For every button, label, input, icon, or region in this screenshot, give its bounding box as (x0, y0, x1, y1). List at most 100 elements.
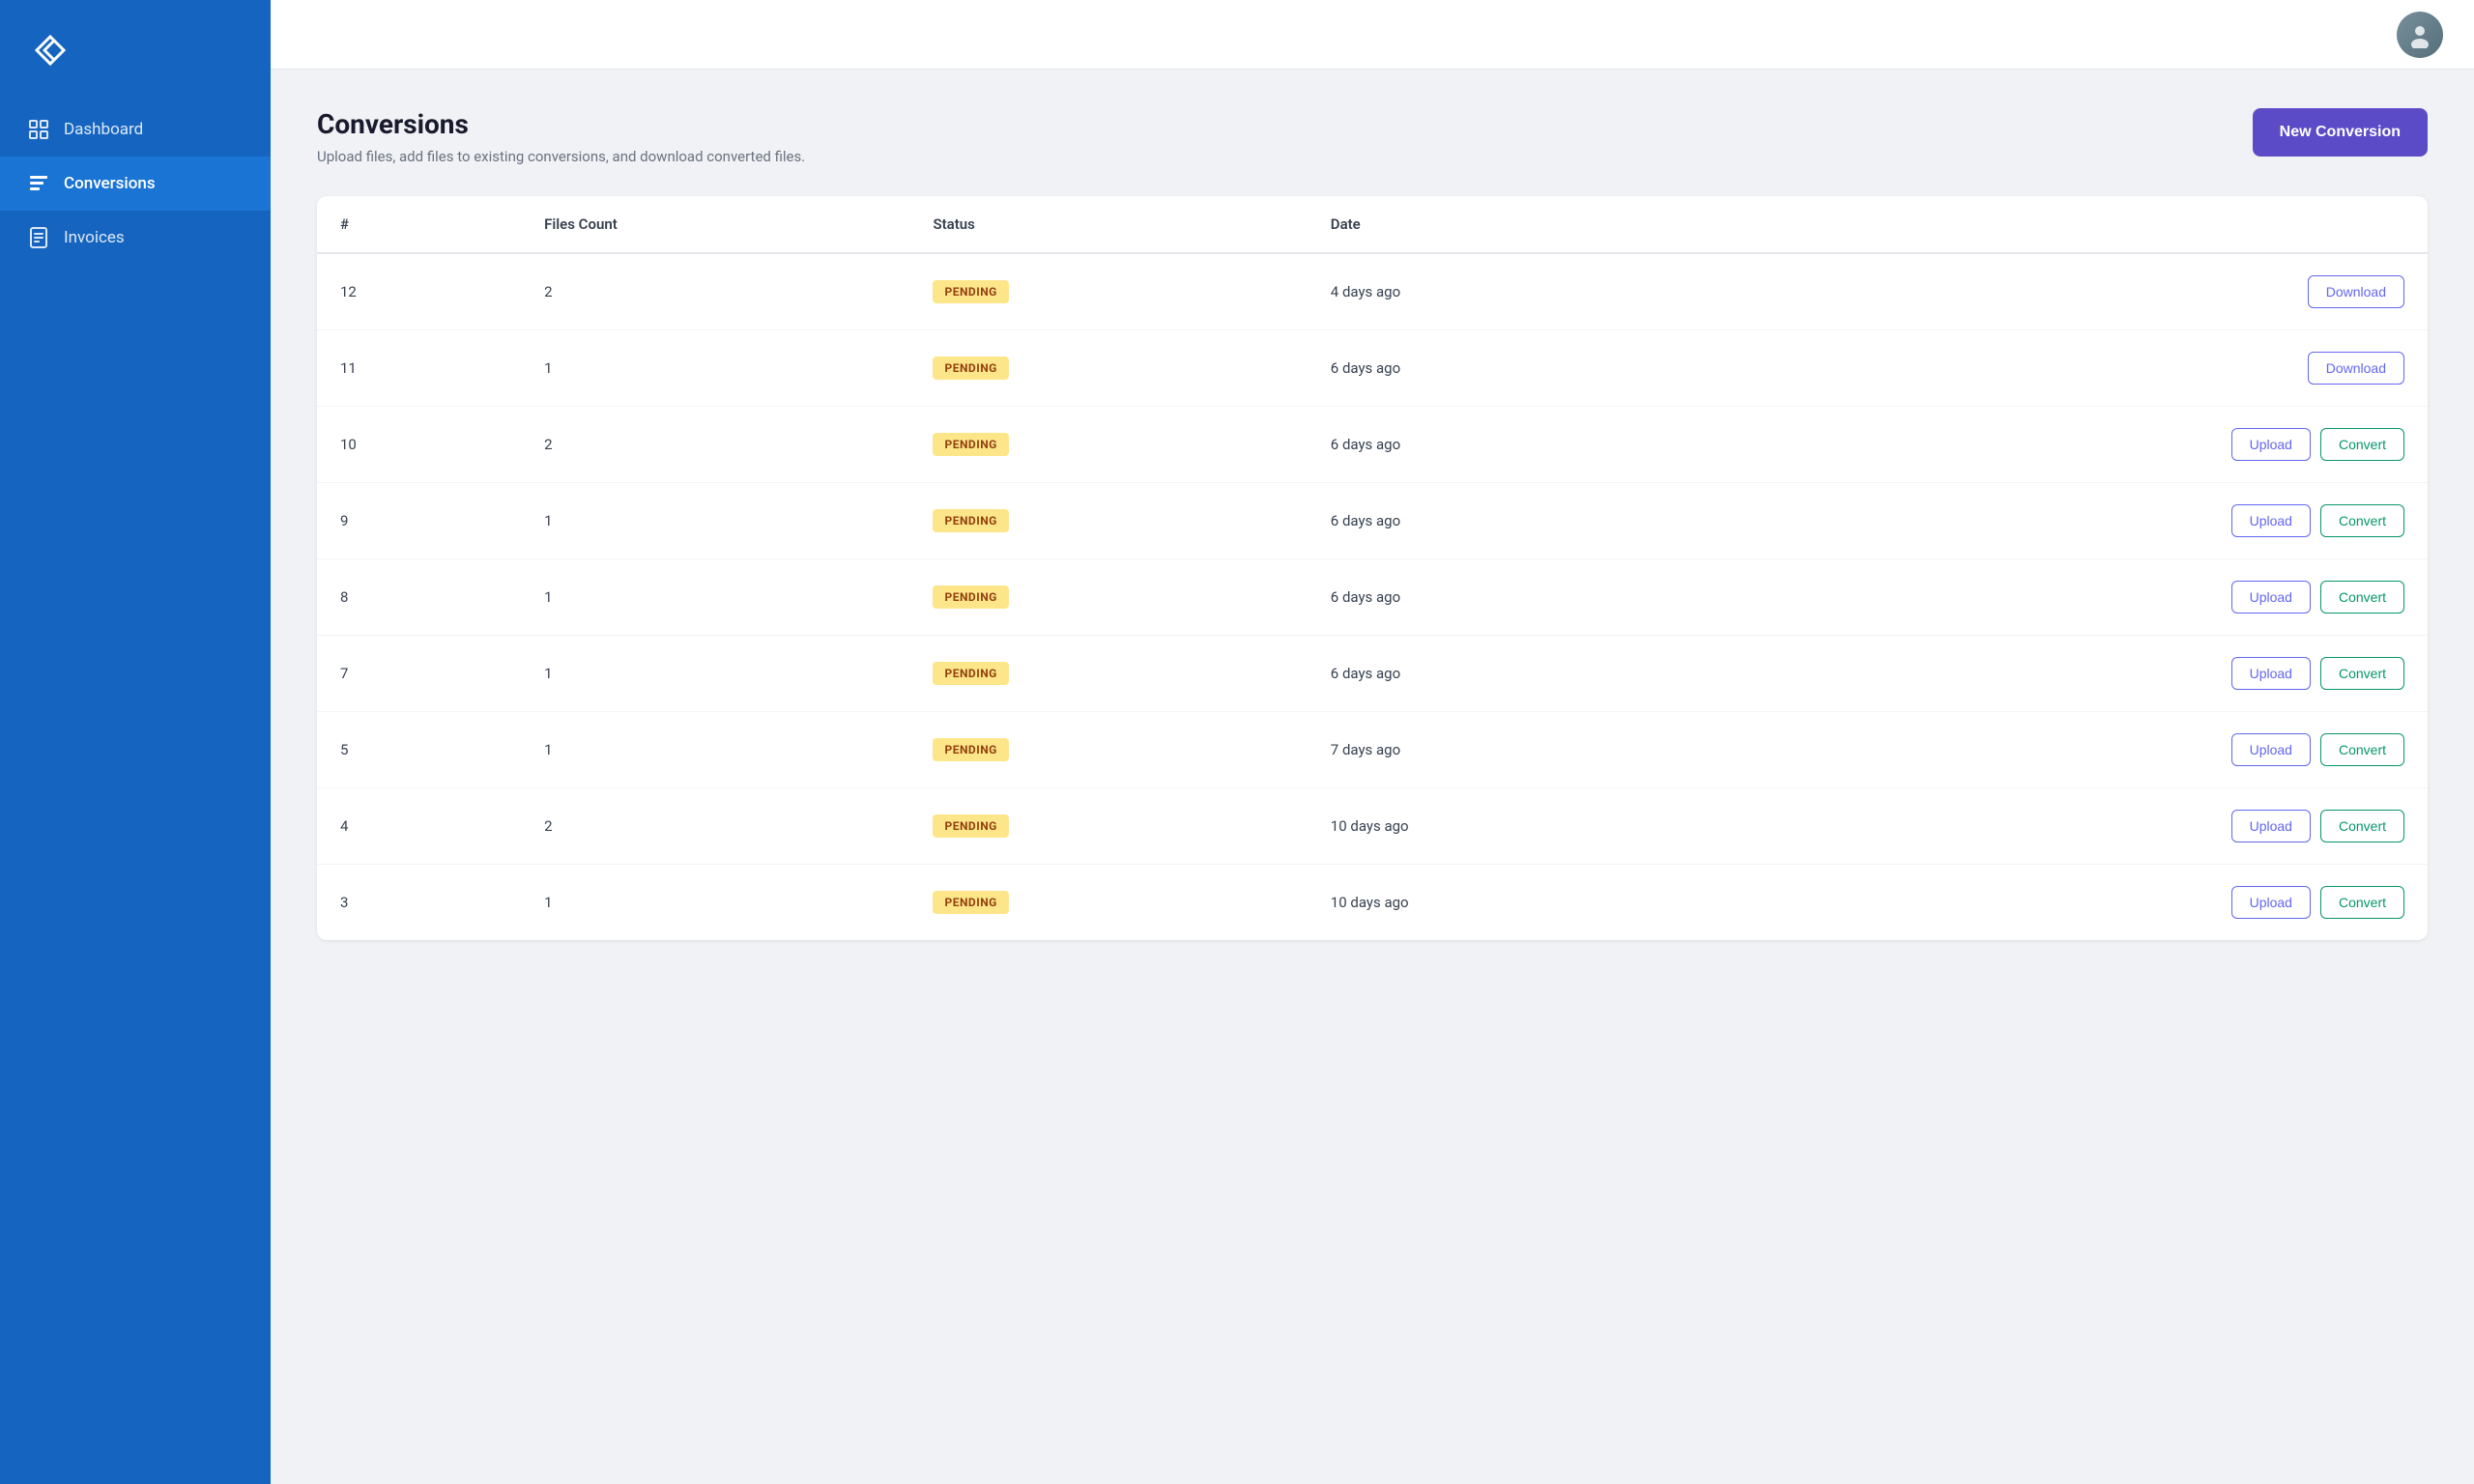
page-header: Conversions Upload files, add files to e… (317, 108, 2428, 165)
cell-date: 7 days ago (1308, 712, 1712, 788)
table-row: 102 PENDING 6 days ago Upload Convert (317, 407, 2428, 483)
cell-files-count: 2 (521, 407, 909, 483)
download-button[interactable]: Download (2308, 352, 2404, 385)
conversions-table-container: # Files Count Status Date 122PENDING4 da… (317, 196, 2428, 940)
upload-button[interactable]: Upload (2231, 657, 2311, 690)
sidebar-item-dashboard[interactable]: Dashboard (0, 102, 271, 157)
status-badge: PENDING (933, 509, 1008, 532)
table-row: 91 PENDING 6 days ago Upload Convert (317, 483, 2428, 559)
cell-files-count: 2 (521, 253, 909, 330)
convert-button[interactable]: Convert (2320, 810, 2404, 842)
sidebar-item-invoices[interactable]: Invoices (0, 211, 271, 265)
upload-button[interactable]: Upload (2231, 886, 2311, 919)
convert-button[interactable]: Convert (2320, 657, 2404, 690)
cell-files-count: 1 (521, 483, 909, 559)
page-title-section: Conversions Upload files, add files to e… (317, 108, 805, 165)
new-conversion-button[interactable]: New Conversion (2253, 108, 2428, 157)
logo-icon (27, 27, 73, 73)
table-row: 42 PENDING 10 days ago Upload Convert (317, 788, 2428, 865)
cell-files-count: 1 (521, 559, 909, 636)
col-header-actions (1712, 196, 2428, 253)
cell-date: 10 days ago (1308, 865, 1712, 941)
upload-button[interactable]: Upload (2231, 428, 2311, 461)
cell-number: 9 (317, 483, 521, 559)
table-row: 31PENDING10 days ago Upload Convert (317, 865, 2428, 941)
table-row: 51 PENDING 7 days ago Upload Convert (317, 712, 2428, 788)
sidebar-logo (0, 0, 271, 93)
cell-number: 4 (317, 788, 521, 865)
topbar (271, 0, 2474, 70)
content-area: Conversions Upload files, add files to e… (271, 70, 2474, 1484)
convert-button[interactable]: Convert (2320, 504, 2404, 537)
cell-date: 6 days ago (1308, 559, 1712, 636)
cell-actions: Upload Convert (1712, 788, 2428, 865)
status-badge: PENDING (933, 738, 1008, 761)
convert-button[interactable]: Convert (2320, 428, 2404, 461)
status-badge: PENDING (933, 814, 1008, 838)
table-row: 81 PENDING 6 days ago Upload Convert (317, 559, 2428, 636)
page-title: Conversions (317, 108, 805, 140)
dashboard-icon (27, 118, 50, 141)
cell-status: PENDING (909, 865, 1307, 941)
cell-files-count: 1 (521, 330, 909, 407)
cell-actions: Upload Convert (1712, 483, 2428, 559)
cell-status: PENDING (909, 483, 1307, 559)
cell-files-count: 2 (521, 788, 909, 865)
cell-actions: Upload Convert (1712, 712, 2428, 788)
upload-button[interactable]: Upload (2231, 504, 2311, 537)
cell-number: 3 (317, 865, 521, 941)
cell-status: PENDING (909, 407, 1307, 483)
col-header-date: Date (1308, 196, 1712, 253)
table-row: 111 PENDING 6 days ago Download (317, 330, 2428, 407)
table-row: 71PENDING6 days agoUploadConvert (317, 636, 2428, 712)
cell-number: 12 (317, 253, 521, 330)
col-header-files-count: Files Count (521, 196, 909, 253)
cell-actions: Upload Convert (1712, 559, 2428, 636)
cell-number: 7 (317, 636, 521, 712)
status-badge: PENDING (933, 585, 1008, 609)
cell-date: 6 days ago (1308, 330, 1712, 407)
avatar[interactable] (2397, 12, 2443, 58)
upload-button[interactable]: Upload (2231, 733, 2311, 766)
status-badge: PENDING (933, 433, 1008, 456)
download-button[interactable]: Download (2308, 275, 2404, 308)
cell-status: PENDING (909, 788, 1307, 865)
cell-date: 4 days ago (1308, 253, 1712, 330)
conversions-icon (27, 172, 50, 195)
cell-date: 10 days ago (1308, 788, 1712, 865)
cell-number: 11 (317, 330, 521, 407)
dashboard-label: Dashboard (64, 120, 143, 139)
cell-status: PENDING (909, 253, 1307, 330)
cell-status: PENDING (909, 636, 1307, 712)
col-header-status: Status (909, 196, 1307, 253)
invoices-icon (27, 226, 50, 249)
cell-actions: Download (1712, 253, 2428, 330)
cell-date: 6 days ago (1308, 636, 1712, 712)
cell-number: 8 (317, 559, 521, 636)
conversions-label: Conversions (64, 174, 156, 193)
cell-date: 6 days ago (1308, 407, 1712, 483)
cell-files-count: 1 (521, 865, 909, 941)
upload-button[interactable]: Upload (2231, 581, 2311, 614)
main-content: Conversions Upload files, add files to e… (271, 0, 2474, 1484)
sidebar-item-conversions[interactable]: Conversions (0, 157, 271, 211)
invoices-label: Invoices (64, 228, 125, 247)
convert-button[interactable]: Convert (2320, 581, 2404, 614)
upload-button[interactable]: Upload (2231, 810, 2311, 842)
page-subtitle: Upload files, add files to existing conv… (317, 148, 805, 165)
cell-number: 5 (317, 712, 521, 788)
cell-status: PENDING (909, 330, 1307, 407)
cell-date: 6 days ago (1308, 483, 1712, 559)
status-badge: PENDING (933, 357, 1008, 380)
col-header-number: # (317, 196, 521, 253)
convert-button[interactable]: Convert (2320, 886, 2404, 919)
table-header: # Files Count Status Date (317, 196, 2428, 253)
avatar-image (2397, 12, 2443, 58)
cell-files-count: 1 (521, 712, 909, 788)
cell-number: 10 (317, 407, 521, 483)
cell-actions: Upload Convert (1712, 636, 2428, 712)
conversions-table: # Files Count Status Date 122PENDING4 da… (317, 196, 2428, 940)
sidebar: Dashboard Conversions Invoices (0, 0, 271, 1484)
convert-button[interactable]: Convert (2320, 733, 2404, 766)
cell-status: PENDING (909, 559, 1307, 636)
